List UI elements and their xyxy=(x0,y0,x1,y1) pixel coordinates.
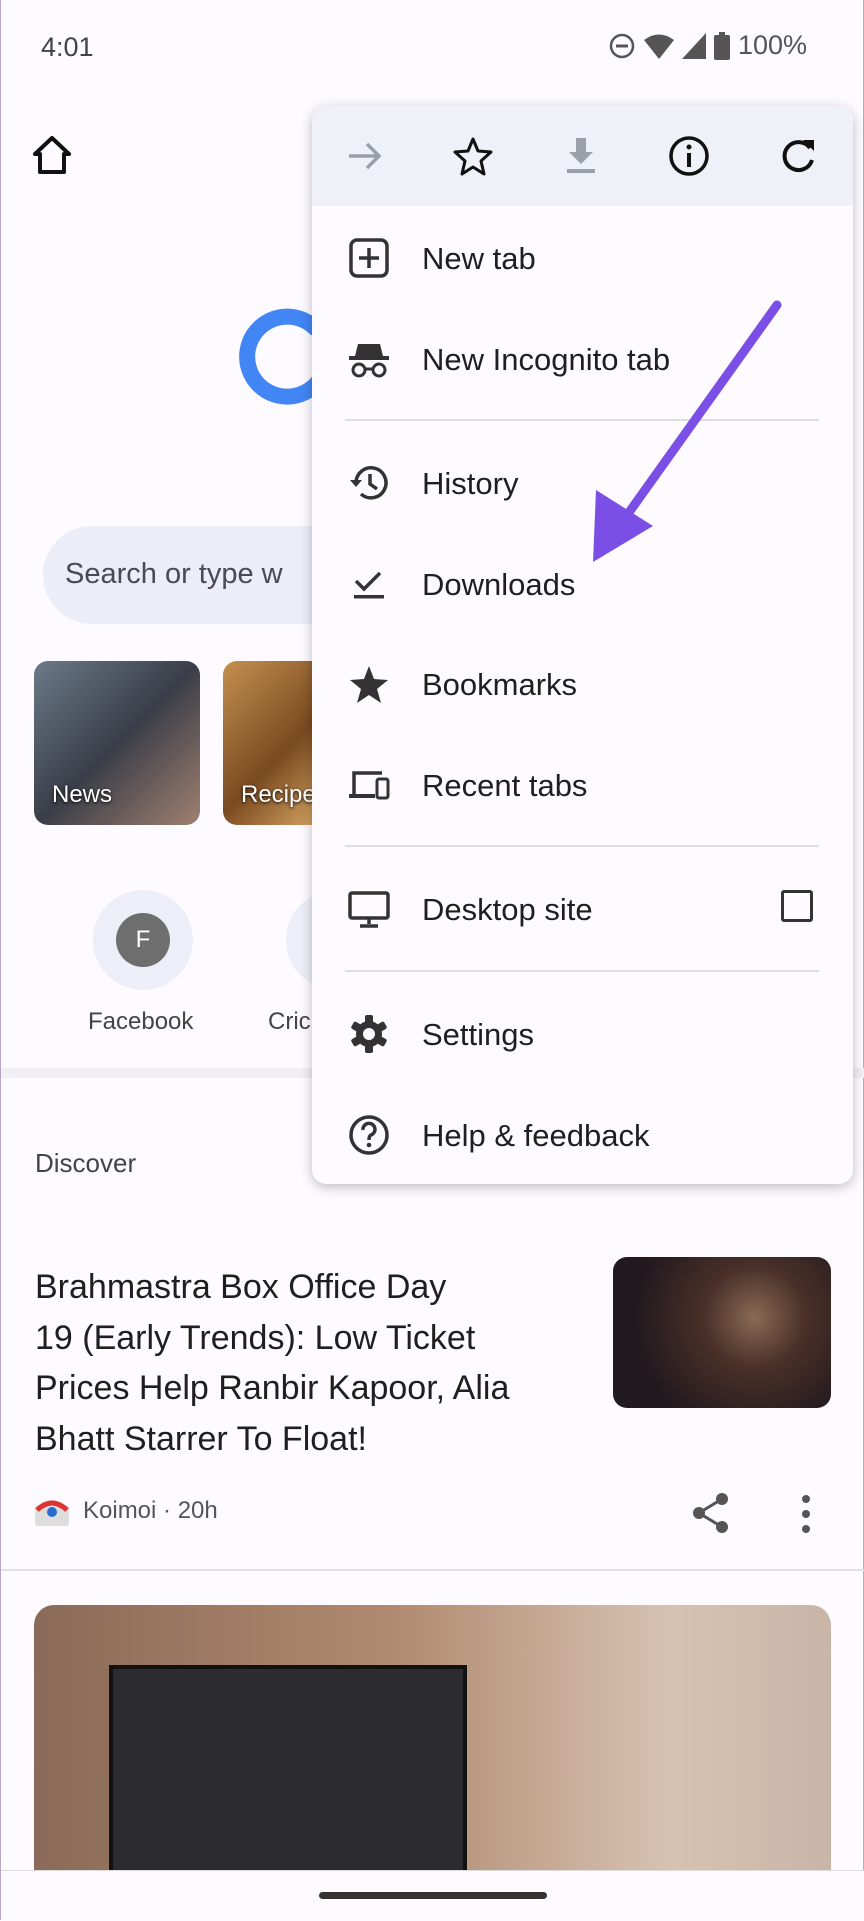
desktop-site-checkbox[interactable] xyxy=(781,890,813,922)
overflow-menu: New tab New Incognito tab History Downlo… xyxy=(312,106,853,1184)
settings-icon xyxy=(351,1015,387,1053)
incognito-icon xyxy=(349,344,389,378)
wifi-icon xyxy=(643,34,674,59)
recent-tabs-icon xyxy=(349,771,390,800)
downloads-icon xyxy=(354,571,384,599)
desktop-icon xyxy=(348,891,390,928)
title-line: Bhatt Starrer To Float! xyxy=(35,1419,367,1458)
menu-item-label: Recent tabs xyxy=(422,768,588,803)
menu-item-label: Desktop site xyxy=(422,892,593,927)
info-icon[interactable] xyxy=(667,134,711,178)
shortcut-facebook[interactable]: F xyxy=(93,890,193,990)
more-options-icon[interactable] xyxy=(799,1494,813,1534)
shortcut-label: Facebook xyxy=(88,1008,194,1035)
menu-item-desktop-site[interactable]: Desktop site xyxy=(312,864,853,954)
shortcut-label: Cric xyxy=(268,1008,311,1035)
home-icon[interactable] xyxy=(31,134,73,176)
menu-item-label: Bookmarks xyxy=(422,667,578,702)
tv-screen xyxy=(109,1665,467,1905)
menu-item-new-tab[interactable]: New tab xyxy=(312,213,853,303)
menu-item-bookmarks[interactable]: Bookmarks xyxy=(312,639,853,729)
facebook-avatar: F xyxy=(116,913,170,967)
help-icon xyxy=(349,1115,389,1155)
menu-item-history[interactable]: History xyxy=(312,438,853,528)
menu-item-new-incognito-tab[interactable]: New Incognito tab xyxy=(312,314,853,404)
tile-label: Recipe xyxy=(241,781,313,808)
menu-item-label: New tab xyxy=(422,241,536,276)
title-line: Brahmastra Box Office Day xyxy=(35,1268,447,1306)
menu-item-label: Downloads xyxy=(422,567,576,602)
menu-item-help-feedback[interactable]: Help & feedback xyxy=(312,1090,853,1180)
dnd-icon xyxy=(609,33,635,58)
menu-item-settings[interactable]: Settings xyxy=(312,989,853,1079)
forward-icon[interactable] xyxy=(343,134,387,178)
gesture-handle[interactable] xyxy=(319,1892,547,1899)
menu-item-recent-tabs[interactable]: Recent tabs xyxy=(312,740,853,830)
menu-item-label: History xyxy=(422,466,519,501)
menu-divider xyxy=(345,970,819,972)
signal-icon xyxy=(681,32,706,59)
article-thumbnail[interactable] xyxy=(613,1257,831,1408)
menu-item-label: New Incognito tab xyxy=(422,342,671,377)
bookmarks-icon xyxy=(350,666,388,703)
tile-label: News xyxy=(52,781,113,808)
article-meta: Koimoi · 20h xyxy=(35,1496,218,1526)
menu-item-label: Settings xyxy=(422,1017,535,1052)
menu-divider xyxy=(345,419,819,421)
menu-toolbar xyxy=(312,106,853,206)
battery-percent: 100% xyxy=(737,30,807,60)
download-icon[interactable] xyxy=(559,134,603,178)
article-title[interactable]: Brahmastra Box Office Day 19 (Early Tren… xyxy=(35,1262,575,1464)
bookmark-star-icon[interactable] xyxy=(451,134,495,178)
article-image[interactable] xyxy=(34,1605,831,1905)
battery-icon xyxy=(713,31,730,60)
new-tab-icon xyxy=(349,238,389,278)
feed-divider xyxy=(1,1569,864,1571)
refresh-icon[interactable] xyxy=(776,134,820,178)
status-icons: 100% xyxy=(608,30,807,61)
title-line: 19 (Early Trends): Low Ticket xyxy=(35,1318,476,1357)
menu-item-downloads[interactable]: Downloads xyxy=(312,539,853,629)
title-line: Prices Help Ranbir Kapoor, Alia xyxy=(35,1369,510,1407)
tile-news[interactable]: News xyxy=(34,661,200,825)
share-icon[interactable] xyxy=(691,1492,731,1534)
menu-item-label: Help & feedback xyxy=(422,1118,650,1153)
article-source: Koimoi · 20h xyxy=(83,1497,218,1524)
status-time: 4:01 xyxy=(41,32,94,62)
search-placeholder: Search or type w xyxy=(65,558,283,590)
history-icon xyxy=(350,466,388,500)
tile-recipes[interactable]: Recipe xyxy=(223,661,313,825)
discover-heading: Discover xyxy=(35,1148,137,1178)
menu-divider xyxy=(345,845,819,847)
koimoi-logo xyxy=(35,1500,69,1526)
